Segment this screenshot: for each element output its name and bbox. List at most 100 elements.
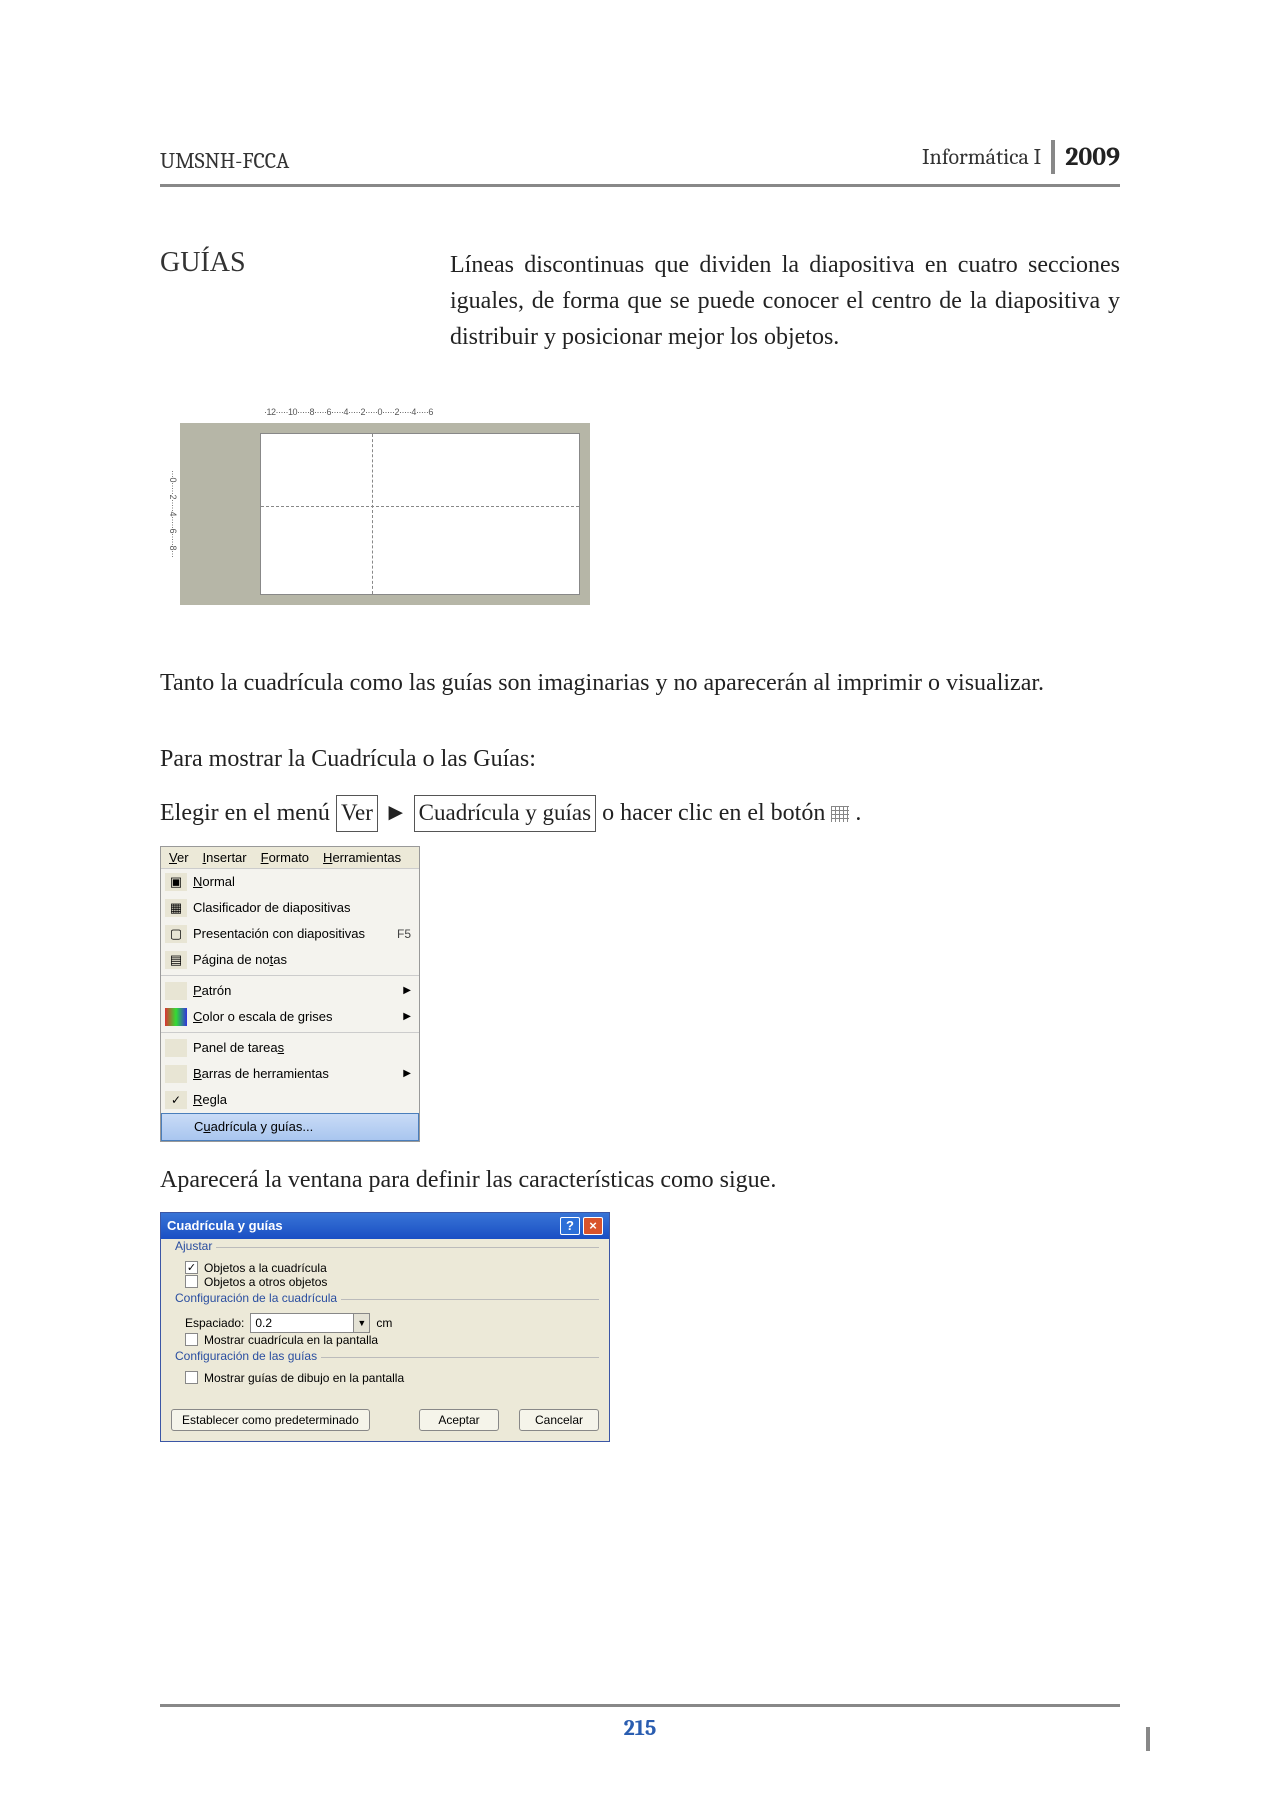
inline-post: o hacer clic en el botón (602, 800, 831, 826)
menu-item-clasificador[interactable]: ▦ Clasificador de diapositivas (161, 895, 419, 921)
menu-item-barras[interactable]: Barras de herramientas ▶ (161, 1061, 419, 1087)
menu-separator (161, 1032, 419, 1033)
header-year: 2009 (1065, 142, 1120, 172)
footer-tick (1146, 1727, 1150, 1751)
btn-cancelar[interactable]: Cancelar (519, 1409, 599, 1431)
menu-bar: Ver Insertar Formato Herramientas (161, 847, 419, 869)
notes-icon: ▤ (165, 951, 187, 969)
menu-item-cuadricula-guias[interactable]: Cuadrícula y guías... (161, 1113, 419, 1141)
guide-horizontal (261, 506, 579, 507)
checkbox-objetos-cuadricula[interactable]: ✓ (185, 1261, 198, 1274)
paragraph-imaginarias: Tanto la cuadrícula como las guías son i… (160, 665, 1120, 701)
ruler-vertical: ···0·····2·····4·····6·····8··· (160, 423, 180, 605)
legend-config-cuad: Configuración de la cuadrícula (171, 1291, 341, 1305)
row-objetos-otros: Objetos a otros objetos (185, 1275, 599, 1289)
slide-rect (260, 433, 580, 595)
slide-pane-bg (180, 423, 590, 605)
checkbox-objetos-otros[interactable] (185, 1275, 198, 1288)
btn-establecer-predeterminado[interactable]: Establecer como predeterminado (171, 1409, 370, 1431)
menu-item-regla[interactable]: Regla (161, 1087, 419, 1113)
espaciado-value: 0.2 (255, 1316, 272, 1330)
grid-guides-dialog: Cuadrícula y guías ? × Ajustar ✓ Objetos… (160, 1212, 610, 1442)
color-icon (165, 1008, 187, 1026)
blank-icon (165, 982, 187, 1000)
checkbox-mostrar-guias[interactable] (185, 1371, 198, 1384)
shortcut-f5: F5 (397, 927, 411, 941)
btn-aceptar[interactable]: Aceptar (419, 1409, 499, 1431)
paragraph-inline: Elegir en el menú Ver ► Cuadrícula y guí… (160, 795, 1120, 832)
slideshow-icon: ▢ (165, 925, 187, 943)
paragraph-aparecera: Aparecerá la ventana para definir las ca… (160, 1162, 1120, 1198)
sorter-icon: ▦ (165, 899, 187, 917)
blank-icon (165, 1065, 187, 1083)
row-mostrar-cuad: Mostrar cuadrícula en la pantalla (185, 1333, 599, 1347)
page-footer: 215 (160, 1704, 1120, 1741)
row-espaciado: Espaciado: 0.2 ▼ cm (185, 1313, 599, 1333)
blank-icon (166, 1118, 188, 1136)
label-objetos-cuadricula: Objetos a la cuadrícula (204, 1261, 327, 1275)
blank-icon (165, 1039, 187, 1057)
menu-dropdown: ▣ Normal ▦ Clasificador de diapositivas … (161, 869, 419, 1141)
dialog-title-text: Cuadrícula y guías (167, 1218, 283, 1233)
espaciado-select[interactable]: 0.2 ▼ (250, 1313, 370, 1333)
row-objetos-cuadricula: ✓ Objetos a la cuadrícula (185, 1261, 599, 1275)
page-header: UMSNH-FCCA Informática I 2009 (160, 140, 1120, 187)
slide-guides-figure: ·12·····10·····8·····6·····4·····2·····0… (160, 405, 590, 605)
dialog-body: Ajustar ✓ Objetos a la cuadrícula Objeto… (161, 1239, 609, 1403)
fieldset-ajustar: Ajustar ✓ Objetos a la cuadrícula Objeto… (171, 1247, 599, 1289)
footer-rule (160, 1704, 1120, 1707)
submenu-arrow-icon: ▶ (403, 985, 411, 996)
close-button[interactable]: × (583, 1217, 603, 1235)
paragraph-mostrar: Para mostrar la Cuadrícula o las Guías: (160, 741, 1120, 777)
help-button[interactable]: ? (560, 1217, 580, 1235)
checkbox-mostrar-cuad[interactable] (185, 1333, 198, 1346)
label-cm: cm (376, 1316, 392, 1330)
menu-item-color[interactable]: Color o escala de grises ▶ (161, 1004, 419, 1030)
label-mostrar-cuad: Mostrar cuadrícula en la pantalla (204, 1333, 378, 1347)
legend-config-guias: Configuración de las guías (171, 1349, 321, 1363)
dialog-button-row: Establecer como predeterminado Aceptar C… (161, 1403, 609, 1441)
menu-item-patron[interactable]: Patrón ▶ (161, 978, 419, 1004)
menu-separator (161, 975, 419, 976)
header-left: UMSNH-FCCA (160, 148, 289, 174)
menu-item-presentacion[interactable]: ▢ Presentación con diapositivas F5 (161, 921, 419, 947)
guias-paragraph: Líneas discontinuas que dividen la diapo… (450, 247, 1120, 355)
header-right: Informática I 2009 (922, 140, 1120, 174)
menu-item-notas[interactable]: ▤ Página de notas (161, 947, 419, 973)
menu-item-normal[interactable]: ▣ Normal (161, 869, 419, 895)
guias-title: GUÍAS (160, 247, 410, 355)
dialog-titlebar: Cuadrícula y guías ? × (161, 1213, 609, 1239)
header-divider (1051, 140, 1055, 174)
submenu-arrow-icon: ▶ (403, 1011, 411, 1022)
inline-pre: Elegir en el menú (160, 800, 336, 826)
inline-arrow: ► (384, 800, 408, 826)
page: UMSNH-FCCA Informática I 2009 GUÍAS Líne… (0, 0, 1280, 1811)
row-mostrar-guias: Mostrar guías de dibujo en la pantalla (185, 1371, 599, 1385)
legend-ajustar: Ajustar (171, 1239, 216, 1253)
menubar-herramientas[interactable]: Herramientas (323, 850, 401, 865)
guias-section: GUÍAS Líneas discontinuas que dividen la… (160, 247, 1120, 355)
ruler-horizontal: ·12·····10·····8·····6·····4·····2·····0… (260, 405, 590, 423)
menu-cuadricula-box: Cuadrícula y guías (414, 795, 596, 832)
grid-icon (831, 806, 849, 822)
menubar-formato[interactable]: Formato (261, 850, 309, 865)
label-espaciado: Espaciado: (185, 1316, 244, 1330)
header-course: Informática I (922, 144, 1041, 170)
fieldset-config-guias: Configuración de las guías Mostrar guías… (171, 1357, 599, 1385)
fieldset-config-cuadricula: Configuración de la cuadrícula Espaciado… (171, 1299, 599, 1347)
menubar-ver[interactable]: Ver (169, 850, 189, 865)
menu-ver-box: Ver (336, 795, 378, 832)
titlebar-buttons: ? × (560, 1217, 603, 1235)
label-mostrar-guias: Mostrar guías de dibujo en la pantalla (204, 1371, 404, 1385)
inline-dot: . (855, 800, 861, 826)
normal-view-icon: ▣ (165, 873, 187, 891)
guide-vertical (372, 434, 373, 594)
dropdown-icon: ▼ (353, 1314, 369, 1332)
page-number: 215 (160, 1715, 1120, 1741)
menubar-insertar[interactable]: Insertar (203, 850, 247, 865)
label-objetos-otros: Objetos a otros objetos (204, 1275, 327, 1289)
submenu-arrow-icon: ▶ (403, 1068, 411, 1079)
check-icon (165, 1091, 187, 1109)
menu-item-panel[interactable]: Panel de tareas (161, 1035, 419, 1061)
ver-menu-figure: Ver Insertar Formato Herramientas ▣ Norm… (160, 846, 420, 1142)
